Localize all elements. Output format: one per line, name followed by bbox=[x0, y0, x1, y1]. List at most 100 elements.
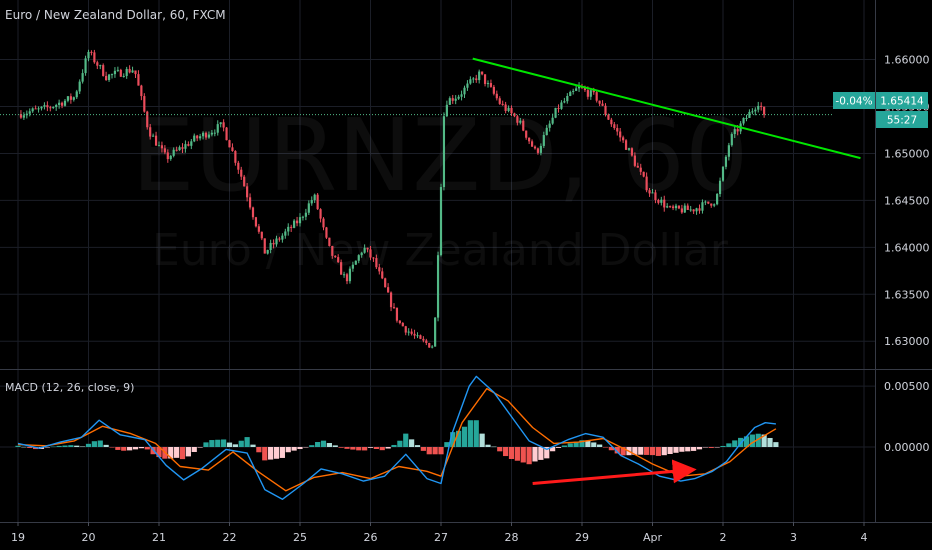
candle-body[interactable] bbox=[334, 255, 337, 258]
candle-body[interactable] bbox=[486, 83, 490, 85]
candle-body[interactable] bbox=[469, 79, 472, 84]
candle-body[interactable] bbox=[251, 207, 255, 218]
candle-body[interactable] bbox=[589, 90, 592, 97]
candle-body[interactable] bbox=[575, 88, 578, 91]
candle-body[interactable] bbox=[316, 194, 319, 210]
candle-body[interactable] bbox=[710, 203, 713, 206]
candle-body[interactable] bbox=[190, 141, 193, 146]
candle-body[interactable] bbox=[375, 258, 378, 268]
candle-body[interactable] bbox=[225, 127, 228, 141]
candle-body[interactable] bbox=[313, 194, 316, 201]
candle-body[interactable] bbox=[398, 320, 401, 323]
candle-body[interactable] bbox=[683, 205, 686, 213]
candle-body[interactable] bbox=[293, 220, 296, 228]
candle-body[interactable] bbox=[478, 71, 481, 81]
symbol-title[interactable]: Euro / New Zealand Dollar, 60, FXCM bbox=[5, 8, 226, 22]
candle-body[interactable] bbox=[707, 201, 710, 204]
candle-body[interactable] bbox=[172, 149, 175, 156]
candle-body[interactable] bbox=[154, 135, 158, 146]
candle-body[interactable] bbox=[131, 70, 134, 73]
candle-body[interactable] bbox=[287, 226, 290, 232]
candle-body[interactable] bbox=[78, 81, 81, 92]
candle-body[interactable] bbox=[193, 135, 196, 142]
candle-body[interactable] bbox=[222, 122, 225, 128]
candle-body[interactable] bbox=[137, 74, 140, 86]
candle-body[interactable] bbox=[169, 155, 172, 160]
candle-body[interactable] bbox=[107, 74, 111, 81]
candle-body[interactable] bbox=[354, 260, 357, 265]
candle-body[interactable] bbox=[610, 119, 613, 125]
candle-body[interactable] bbox=[695, 208, 698, 212]
candle-body[interactable] bbox=[551, 117, 554, 124]
candle-body[interactable] bbox=[184, 144, 187, 149]
candle-body[interactable] bbox=[727, 145, 730, 157]
candle-body[interactable] bbox=[254, 217, 258, 227]
candle-body[interactable] bbox=[607, 114, 610, 120]
candle-body[interactable] bbox=[113, 70, 117, 75]
candle-body[interactable] bbox=[134, 70, 137, 75]
candle-body[interactable] bbox=[724, 156, 728, 167]
candle-body[interactable] bbox=[422, 338, 425, 341]
candle-body[interactable] bbox=[442, 116, 446, 188]
candle-body[interactable] bbox=[207, 134, 211, 138]
candle-body[interactable] bbox=[269, 242, 272, 251]
candle-body[interactable] bbox=[37, 108, 40, 110]
candle-body[interactable] bbox=[163, 148, 166, 153]
candle-body[interactable] bbox=[272, 242, 275, 245]
candle-body[interactable] bbox=[757, 105, 760, 110]
candle-body[interactable] bbox=[666, 206, 669, 208]
candle-body[interactable] bbox=[366, 247, 369, 250]
candle-body[interactable] bbox=[140, 85, 143, 97]
candle-body[interactable] bbox=[278, 238, 281, 240]
candle-body[interactable] bbox=[733, 129, 736, 135]
candle-body[interactable] bbox=[498, 98, 501, 104]
candle-body[interactable] bbox=[760, 105, 763, 107]
candle-body[interactable] bbox=[545, 127, 548, 136]
candle-body[interactable] bbox=[331, 245, 334, 256]
candle-body[interactable] bbox=[49, 107, 52, 109]
candle-body[interactable] bbox=[201, 132, 205, 137]
candle-body[interactable] bbox=[389, 292, 393, 308]
candle-body[interactable] bbox=[460, 94, 463, 97]
candle-body[interactable] bbox=[181, 147, 184, 149]
candle-body[interactable] bbox=[519, 120, 522, 123]
candle-body[interactable] bbox=[510, 107, 513, 114]
candle-body[interactable] bbox=[325, 227, 328, 238]
candle-body[interactable] bbox=[301, 216, 305, 218]
candle-body[interactable] bbox=[237, 162, 240, 170]
candle-body[interactable] bbox=[528, 137, 531, 142]
candle-body[interactable] bbox=[677, 205, 681, 209]
candle-body[interactable] bbox=[146, 111, 149, 128]
candle-body[interactable] bbox=[63, 100, 67, 106]
candle-body[interactable] bbox=[196, 135, 199, 139]
candle-body[interactable] bbox=[52, 106, 55, 108]
candle-body[interactable] bbox=[645, 176, 648, 191]
candle-body[interactable] bbox=[439, 187, 443, 256]
candle-body[interactable] bbox=[763, 106, 766, 115]
candle-body[interactable] bbox=[686, 205, 689, 210]
candle-body[interactable] bbox=[84, 58, 87, 74]
candle-body[interactable] bbox=[275, 238, 278, 245]
candle-body[interactable] bbox=[501, 103, 504, 105]
candle-body[interactable] bbox=[60, 102, 64, 106]
candle-body[interactable] bbox=[116, 69, 119, 71]
candle-body[interactable] bbox=[507, 107, 510, 111]
candle-body[interactable] bbox=[754, 109, 757, 112]
candle-body[interactable] bbox=[701, 202, 704, 211]
candle-body[interactable] bbox=[219, 122, 222, 125]
candle-body[interactable] bbox=[210, 132, 213, 135]
candle-body[interactable] bbox=[340, 262, 343, 275]
candle-body[interactable] bbox=[143, 96, 146, 112]
candle-body[interactable] bbox=[281, 235, 284, 240]
candle-body[interactable] bbox=[337, 257, 340, 263]
candle-body[interactable] bbox=[472, 78, 475, 80]
candle-body[interactable] bbox=[369, 249, 372, 258]
candle-body[interactable] bbox=[119, 69, 122, 77]
candle-body[interactable] bbox=[99, 65, 102, 67]
candle-body[interactable] bbox=[166, 152, 169, 160]
candle-body[interactable] bbox=[669, 206, 672, 208]
candle-body[interactable] bbox=[216, 124, 219, 133]
candle-body[interactable] bbox=[351, 264, 354, 269]
candle-body[interactable] bbox=[87, 51, 90, 59]
candle-body[interactable] bbox=[522, 120, 525, 131]
